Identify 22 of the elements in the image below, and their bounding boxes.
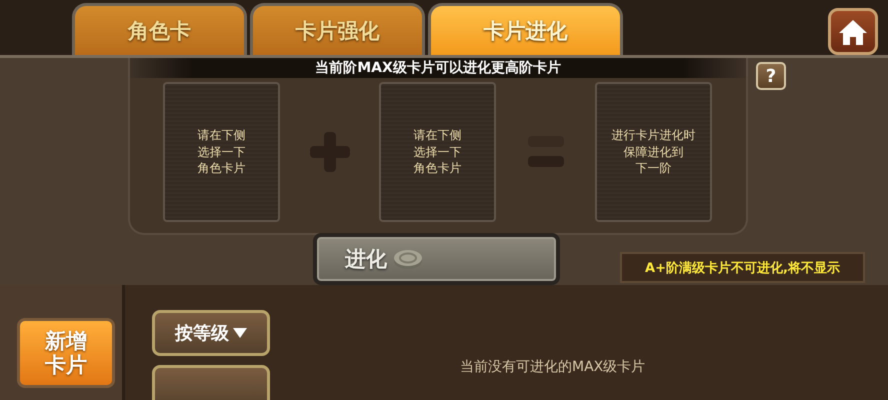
card-slot[interactable]: 进行卡片进化时 保障进化到 下一阶 [595,82,712,222]
card-slot[interactable]: 请在下侧 选择一下 角色卡片 [379,82,496,222]
help-button[interactable]: ? [756,62,786,90]
coin-icon [393,248,423,270]
home-icon [838,18,868,46]
home-button[interactable] [828,8,878,55]
card-hint: 保障进化到 [624,144,684,160]
card-hint: 请在下侧 [414,126,462,144]
banner-text: 当前阶MAX级卡片可以进化更高阶卡片 [130,58,746,78]
card-hint: 选择一下 [198,144,246,160]
card-hint: 角色卡片 [198,160,246,178]
sort-button[interactable]: 按等级 [152,310,270,356]
card-hint: 下一阶 [636,160,672,178]
card-slot[interactable]: 请在下侧 选择一下 角色卡片 [163,82,280,222]
empty-message: 当前没有可进化的MAX级卡片 [460,358,646,377]
card-hint: 选择一下 [414,144,462,160]
card-hint: 角色卡片 [414,160,462,178]
notice-text: A+阶满级卡片不可进化,将不显示 [620,252,865,283]
card-hint: 请在下侧 [198,126,246,144]
filter-button[interactable] [152,365,270,400]
caret-icon [233,328,247,338]
card-hint: 进行卡片进化时 [612,126,696,144]
